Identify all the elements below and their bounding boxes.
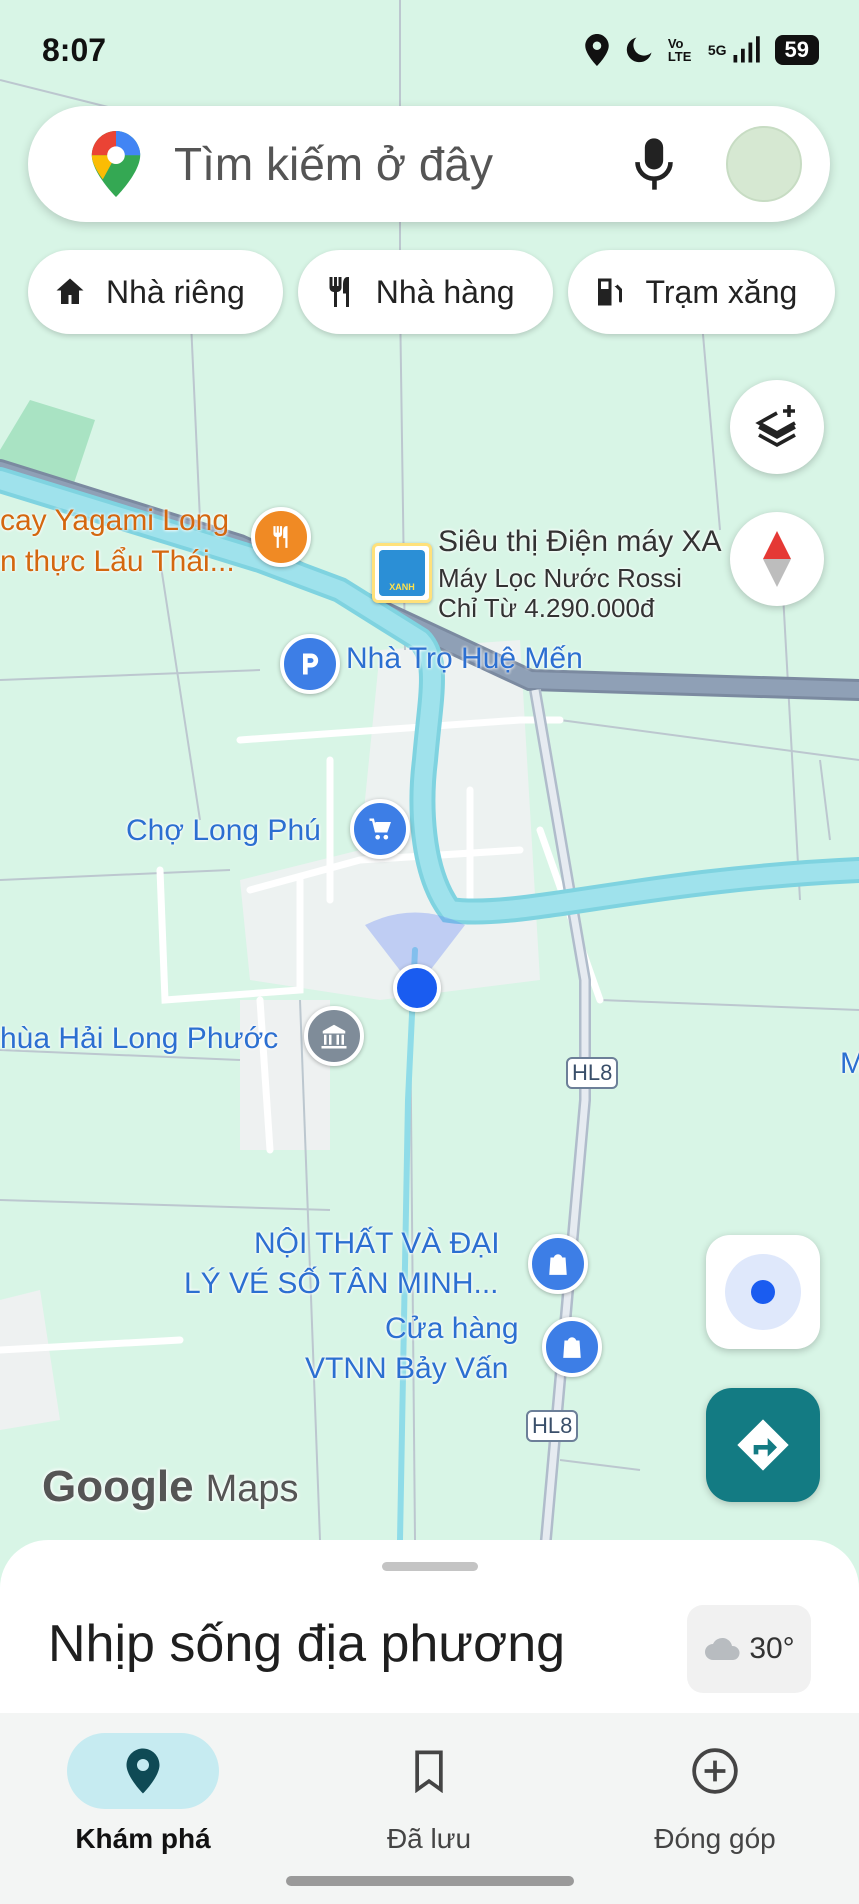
home-icon [56, 278, 84, 304]
furniture-label-line1[interactable]: NỘI THẤT VÀ ĐẠI [254, 1228, 500, 1260]
network-type: 5G [707, 42, 727, 58]
battery-indicator: 59 [774, 35, 819, 65]
current-location-dot [393, 964, 441, 1012]
restaurant-icon [329, 277, 349, 307]
nav-explore[interactable]: Khám phá [23, 1733, 263, 1855]
cloud-icon [705, 1637, 740, 1660]
directions-icon [737, 1419, 789, 1471]
nav-saved[interactable]: Đã lưu [309, 1733, 549, 1855]
explore-bottom-sheet[interactable]: Nhịp sống địa phương 30° [0, 1540, 859, 1715]
guesthouse-label[interactable]: Nhà Trọ Huệ Mến [346, 643, 583, 675]
sheet-title: Nhịp sống địa phương [48, 1615, 566, 1673]
nav-contribute-pill [639, 1733, 791, 1809]
pagoda-marker[interactable] [304, 1006, 364, 1066]
restaurant-label-line1[interactable]: cay Yagami Long [0, 505, 229, 537]
market-marker[interactable] [350, 799, 410, 859]
account-avatar[interactable] [726, 126, 802, 202]
google-maps-pin-icon [91, 131, 141, 197]
weather-temperature: 30° [749, 1632, 795, 1665]
chip-gas-stations-label: Trạm xăng [645, 273, 798, 310]
search-input[interactable]: Tìm kiếm ở đây [174, 137, 632, 191]
nav-contribute-label: Đóng góp [654, 1823, 776, 1854]
temple-icon [321, 1024, 347, 1049]
edge-place-label[interactable]: M [840, 1048, 859, 1080]
furniture-marker[interactable] [528, 1234, 588, 1294]
chip-home-label: Nhà riêng [106, 273, 245, 310]
chip-restaurants[interactable]: Nhà hàng [297, 250, 553, 334]
nav-explore-active-pill [67, 1733, 219, 1809]
chip-restaurants-label: Nhà hàng [375, 273, 515, 310]
store-logo-text: XANH [379, 550, 425, 596]
road-shield-hl8-1: HL8 [566, 1057, 619, 1089]
shopping-cart-icon [369, 818, 391, 840]
compass-button[interactable] [730, 512, 824, 606]
chip-home[interactable]: Nhà riêng [28, 250, 283, 334]
layers-add-icon [755, 405, 796, 448]
my-location-button[interactable] [706, 1235, 820, 1349]
explore-pin-icon [126, 1748, 160, 1794]
shop-label-line1[interactable]: Cửa hàng [385, 1313, 519, 1345]
shop-label-line2[interactable]: VTNN Bảy Vấn [305, 1353, 508, 1385]
status-bar: 8:07 Vo LTE 5G 59 [0, 0, 859, 100]
nav-contribute[interactable]: Đóng góp [595, 1733, 835, 1855]
status-time: 8:07 [42, 31, 107, 68]
nav-saved-label: Đã lưu [386, 1823, 472, 1854]
compass-icon [763, 531, 791, 587]
watermark-google: Google [42, 1462, 194, 1511]
restaurant-marker[interactable] [251, 507, 311, 567]
market-label[interactable]: Chợ Long Phú [126, 815, 321, 847]
nav-saved-pill [353, 1733, 505, 1809]
microphone-icon[interactable] [632, 136, 676, 192]
my-location-icon [725, 1254, 801, 1330]
sheet-drag-handle[interactable] [382, 1562, 478, 1571]
store-logo[interactable]: XANH [372, 543, 432, 603]
chip-gas-stations[interactable]: Trạm xăng [567, 250, 836, 334]
bookmark-icon [415, 1750, 443, 1793]
restaurant-icon [273, 526, 288, 548]
directions-button[interactable] [706, 1388, 820, 1502]
shopping-bag-icon [549, 1254, 567, 1275]
furniture-label-line2[interactable]: LÝ VÉ SỐ TÂN MINH... [184, 1268, 499, 1300]
pagoda-label[interactable]: hùa Hải Long Phước [0, 1023, 278, 1055]
store-ad-line1: Máy Lọc Nước Rossi [438, 563, 682, 593]
location-status-icon [585, 34, 609, 66]
volte-indicator: Vo LTE [667, 36, 692, 64]
search-bar[interactable]: Tìm kiếm ở đây [28, 106, 830, 222]
shopping-bag-icon [563, 1337, 581, 1358]
add-circle-icon [692, 1748, 738, 1794]
watermark-maps: Maps [205, 1468, 299, 1510]
signal-icon [733, 36, 760, 63]
store-name-label[interactable]: Siêu thị Điện máy XA [438, 526, 721, 558]
weather-chip[interactable]: 30° [687, 1605, 811, 1693]
store-ad-line2: Chỉ Từ 4.290.000đ [438, 593, 655, 623]
do-not-disturb-moon-icon [626, 37, 652, 63]
nav-explore-label: Khám phá [75, 1823, 211, 1854]
parking-marker[interactable] [280, 634, 340, 694]
gas-station-icon [597, 278, 622, 306]
layers-button[interactable] [730, 380, 824, 474]
restaurant-label-line2[interactable]: n thực Lẩu Thái... [0, 546, 235, 578]
road-shield-hl8-2: HL8 [526, 1410, 579, 1442]
shop-marker[interactable] [542, 1317, 602, 1377]
google-maps-watermark: Google Maps [42, 1462, 298, 1512]
category-chips: Nhà riêng Nhà hàng Trạm xăng [28, 250, 836, 334]
parking-icon [303, 653, 319, 675]
system-home-indicator[interactable] [286, 1876, 574, 1886]
